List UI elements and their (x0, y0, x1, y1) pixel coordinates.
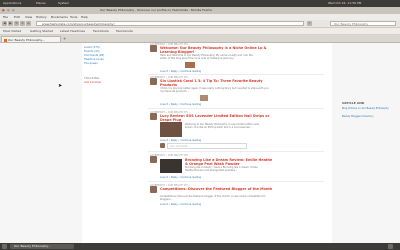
post-title[interactable]: Bronzing Like a Dream Review: Emilie Hea… (185, 158, 275, 166)
comment-input[interactable]: Your comment... (167, 143, 247, 149)
clock[interactable]: Wed Oct 24, 11:56 PM (328, 0, 361, 7)
post-body: Hello and Welcome to Our Beauty Philosop… (160, 54, 253, 60)
forward-icon[interactable]: ▶ (8, 21, 13, 26)
bookmark-getting-started[interactable]: Getting Started (30, 28, 53, 34)
window-titlebar[interactable]: ● ● ● Our Beauty Philosophy - Discover o… (0, 7, 400, 14)
back-icon[interactable]: ◀ (2, 21, 7, 26)
add-tracker-link[interactable]: Add a tracker (84, 81, 101, 84)
divider (148, 151, 324, 152)
favicon-icon (4, 38, 7, 42)
post-title[interactable]: Welcome: Our Beauty Philosophy is a Nich… (160, 46, 280, 54)
post-actions[interactable]: Love it • Reply • Continue reading (160, 139, 201, 142)
sidebar-link-friends[interactable]: Friends (43) (84, 50, 99, 53)
avatar[interactable] (150, 45, 157, 52)
new-tab-icon[interactable]: + (63, 36, 68, 41)
url-input[interactable]: www.fashiolista.com/style/ourbeautyphilo… (36, 21, 304, 26)
post-thumbnail[interactable] (200, 95, 208, 101)
post-actions[interactable]: Love it • Reply • Continue reading (160, 103, 201, 106)
show-desktop-icon[interactable] (2, 244, 7, 249)
page-content: Loved (173) Friends (43) Comments (28) H… (0, 43, 400, 243)
maximize-window-icon[interactable]: ● (12, 7, 15, 14)
tab-active[interactable]: Our Beauty Philosophy... (1, 36, 61, 42)
post-actions[interactable]: Love it • Reply • Continue reading (160, 203, 201, 206)
places-menu[interactable]: Places (36, 0, 46, 7)
system-menu[interactable]: System (58, 0, 69, 7)
trash-icon[interactable] (388, 244, 393, 249)
close-window-icon[interactable]: ● (2, 7, 5, 14)
post-title[interactable]: Competitions: Discover the Featured Blog… (160, 187, 280, 191)
post-body: Competitions: Discover the featured blog… (160, 195, 266, 201)
post-thumbnail[interactable] (185, 62, 195, 68)
applications-menu[interactable]: Applications (3, 0, 21, 7)
bookmark-most-visited[interactable]: Most Visited (3, 28, 21, 34)
bookmark-fashionista[interactable]: Fashionista (116, 28, 133, 34)
widget-link[interactable]: Blog Articles on Our Beauty Philosophy (342, 107, 394, 110)
post-body: I think my lips look better again. It wa… (160, 87, 269, 93)
divider (148, 108, 324, 109)
post-meta: LOVEMEDOT • OUR BEAUTY PH... (150, 154, 190, 157)
navigation-toolbar: ◀ ▶ ↻ ✕ ⌂ www.fashiolista.com/style/ourb… (0, 20, 400, 28)
post-title[interactable]: Lucy Review: EOS Lavender Limited Editio… (160, 114, 280, 122)
bookmarks-toolbar: Most Visited Getting Started Latest Head… (0, 28, 400, 35)
post-actions[interactable]: Love it • Reply • Continue reading (160, 176, 201, 179)
sidebar-link-queen[interactable]: The queen (84, 62, 98, 65)
bookmark-latest-headlines[interactable]: Latest Headlines (60, 28, 85, 34)
sidebar-link-loved[interactable]: Loved (173) (84, 46, 100, 49)
right-sidebar: ARTICLE AND Blog Articles on Our Beauty … (338, 43, 396, 243)
avatar[interactable] (150, 186, 157, 193)
bookmark-fashiolista[interactable]: Fashiolista (93, 28, 109, 34)
tab-strip: Our Beauty Philosophy... + (0, 35, 400, 43)
avatar[interactable] (150, 113, 157, 120)
divider (148, 74, 324, 75)
post-body: Bronzing like a dream. I have a Bronzing… (185, 166, 258, 172)
sidebar-link-comments[interactable]: Comments (28) (84, 54, 104, 57)
post-image[interactable] (160, 159, 182, 173)
reload-icon[interactable]: ↻ (14, 21, 19, 26)
tab-label: Our Beauty Philosophy... (8, 38, 45, 42)
mouse-pointer-icon: ➤ (58, 83, 63, 89)
widget-link[interactable]: Beauty Bloggers Directory (342, 115, 394, 118)
bookmark-star-icon[interactable]: ☆ (307, 21, 312, 26)
avatar[interactable] (150, 78, 157, 85)
post-body: Welcome to Our Beauty Philosophy. A new … (185, 123, 260, 129)
minimize-window-icon[interactable]: ● (7, 7, 10, 14)
stop-icon[interactable]: ✕ (20, 21, 25, 26)
post-title[interactable]: Sin Lipstick Coral 1 3: 4 Tip To: Three … (160, 79, 280, 87)
post-image[interactable] (160, 122, 182, 137)
sidebar-link-hearts[interactable]: Hearts & Loves (84, 58, 104, 61)
taskbar-item-firefox[interactable]: Our Beauty Philosophy... (10, 244, 74, 249)
divider (148, 181, 324, 182)
tracking-heading: TRACKING (84, 76, 100, 80)
widget-title: ARTICLE AND (342, 101, 365, 105)
home-icon[interactable]: ⌂ (26, 21, 31, 26)
search-input[interactable]: Our Beauty Philosophy (330, 21, 396, 26)
commenter-avatar[interactable] (160, 143, 165, 148)
bottom-taskbar: Our Beauty Philosophy... (0, 243, 400, 250)
system-top-panel: Applications Places System Wed Oct 24, 1… (0, 0, 400, 7)
avatar[interactable] (150, 156, 157, 163)
post-actions[interactable]: Love it • Reply • Continue reading (160, 70, 201, 73)
window-title: Our Beauty Philosophy - Discover our pro… (100, 8, 213, 12)
